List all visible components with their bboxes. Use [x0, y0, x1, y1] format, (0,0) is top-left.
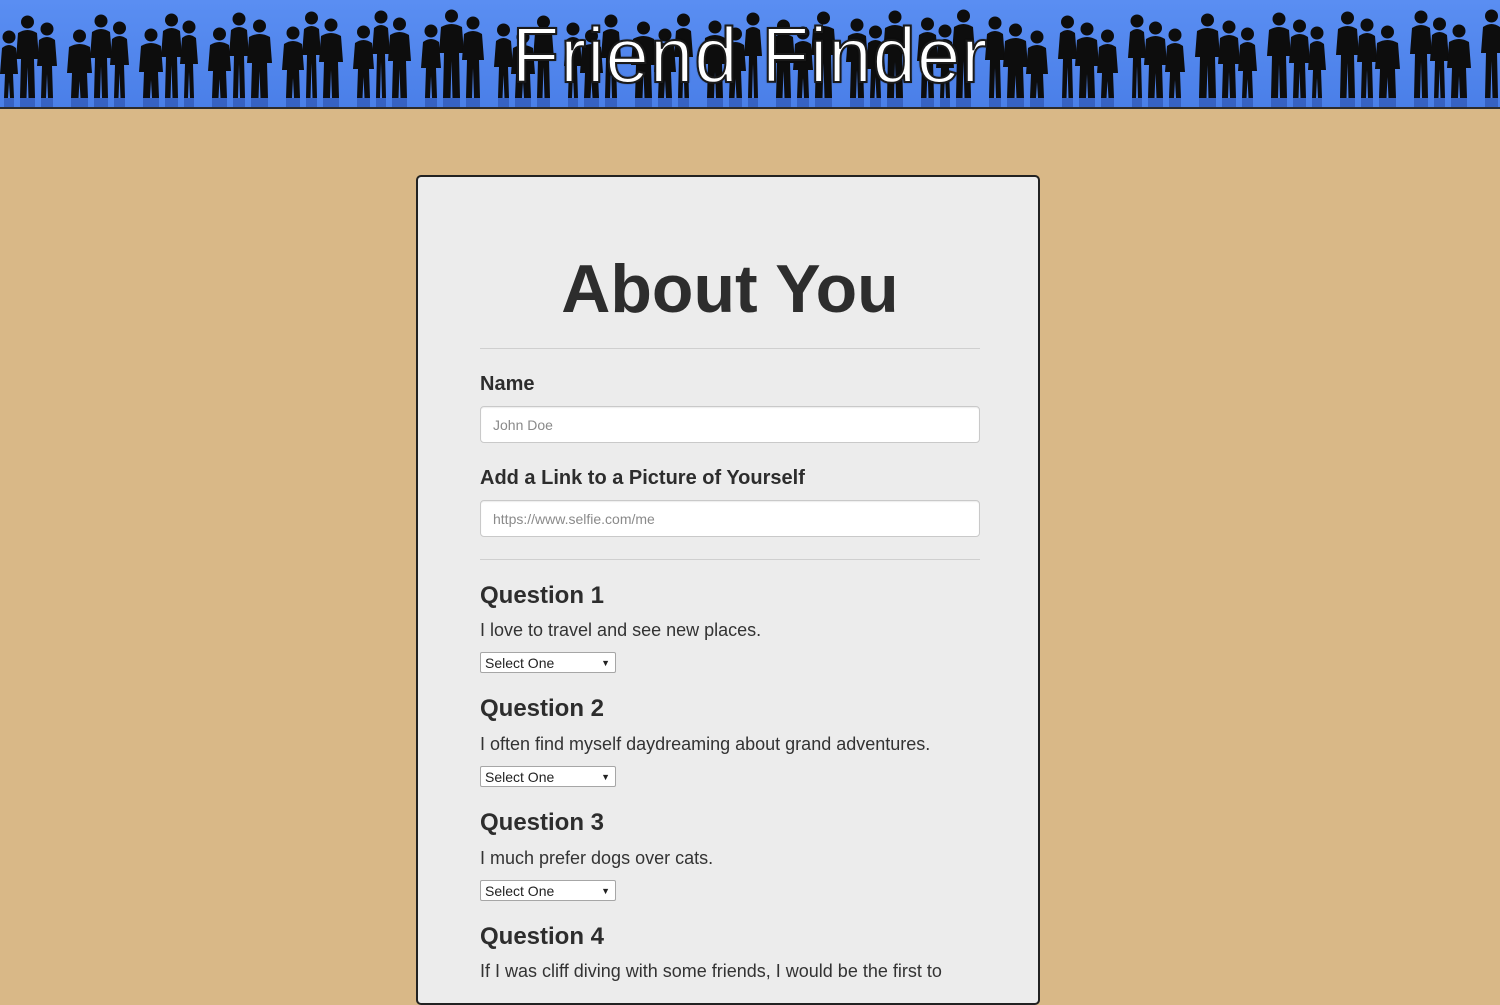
question-3-text: I much prefer dogs over cats.: [480, 848, 714, 868]
question-1-title: Question 1: [480, 582, 605, 609]
question-4-text: If I was cliff diving with some friends,…: [480, 961, 942, 981]
photo-link-label: Add a Link to a Picture of Yourself: [480, 467, 805, 489]
name-input[interactable]: [480, 406, 980, 443]
question-1-select[interactable]: Select One ▼: [480, 652, 616, 673]
about-you-form: About You Name Add a Link to a Picture o…: [416, 175, 1040, 1005]
divider: [480, 348, 980, 349]
question-4-title: Question 4: [480, 923, 605, 950]
question-2-text: I often find myself daydreaming about gr…: [480, 734, 931, 754]
photo-link-input[interactable]: [480, 500, 980, 537]
dropdown-arrow-icon: ▼: [601, 658, 610, 668]
question-3-title: Question 3: [480, 809, 605, 836]
page-title: About You: [561, 251, 899, 327]
question-1-selected: Select One: [485, 655, 555, 671]
name-label: Name: [480, 373, 535, 395]
question-2-select[interactable]: Select One ▼: [480, 766, 616, 787]
divider: [480, 559, 980, 560]
question-3-selected: Select One: [485, 883, 555, 899]
question-3-select[interactable]: Select One ▼: [480, 880, 616, 901]
dropdown-arrow-icon: ▼: [601, 886, 610, 896]
question-1-text: I love to travel and see new places.: [480, 620, 762, 640]
question-2-title: Question 2: [480, 695, 605, 722]
site-title: Friend Finder: [511, 10, 989, 100]
site-header: Friend Finder: [0, 0, 1500, 109]
question-2-selected: Select One: [485, 769, 555, 785]
dropdown-arrow-icon: ▼: [601, 772, 610, 782]
